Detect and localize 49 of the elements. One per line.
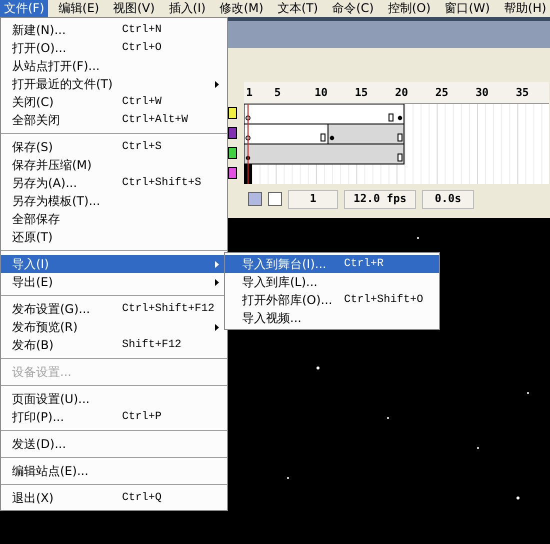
menu-item[interactable]: 发布设置(G)... Ctrl+Shift+F12: [1, 300, 227, 318]
menu-item[interactable]: 新建(N)... Ctrl+N: [1, 21, 227, 39]
menu-item[interactable]: 另存为(A)... Ctrl+Shift+S: [1, 174, 227, 192]
frame-number: 35: [516, 85, 529, 101]
frame-number: 30: [475, 85, 489, 101]
menu-bar-item[interactable]: 编辑(E): [54, 0, 104, 17]
menu-item[interactable]: 发布预览(R): [1, 318, 227, 336]
frame-number: 25: [435, 85, 448, 101]
menu-bar-item[interactable]: 文本(T): [273, 0, 322, 17]
menu-item[interactable]: 打开外部库(O)... Ctrl+Shift+O: [225, 291, 439, 309]
menu-item[interactable]: 页面设置(U)...: [1, 390, 227, 408]
current-frame-field: 1: [288, 190, 338, 208]
menu-bar-item[interactable]: 修改(M): [216, 0, 268, 17]
menu-bar-item[interactable]: 文件(F): [0, 0, 48, 17]
menu-item[interactable]: 编辑站点(E)...: [1, 462, 227, 480]
menu-item[interactable]: 导入(I): [1, 255, 227, 273]
onion-skin-icon[interactable]: [248, 192, 262, 206]
menu-item[interactable]: 退出(X) Ctrl+Q: [1, 489, 227, 507]
onion-outline-icon[interactable]: [268, 192, 282, 206]
menu-item[interactable]: 关闭(C) Ctrl+W: [1, 93, 227, 111]
menu-bar-item[interactable]: 插入(I): [164, 0, 210, 17]
menu-item[interactable]: 还原(T): [1, 228, 227, 246]
menu-item[interactable]: 另存为模板(T)...: [1, 192, 227, 210]
menu-item[interactable]: 发布(B) Shift+F12: [1, 336, 227, 354]
menu-item[interactable]: 保存(S) Ctrl+S: [1, 138, 227, 156]
menu-item[interactable]: 全部关闭 Ctrl+Alt+W: [1, 111, 227, 129]
menu-item[interactable]: 导入到舞台(I)... Ctrl+R: [225, 255, 439, 273]
menu-item[interactable]: 导出(E): [1, 273, 227, 291]
menu-bar-item[interactable]: 窗口(W): [440, 0, 494, 17]
menu-item[interactable]: 打开(O)... Ctrl+O: [1, 39, 227, 57]
menu-item[interactable]: 打开最近的文件(T): [1, 75, 227, 93]
elapsed-time-field: 0.0s: [422, 190, 474, 208]
menu-bar-item[interactable]: 控制(O): [384, 0, 435, 17]
menu-bar-item[interactable]: 视图(V): [109, 0, 159, 17]
menu-item[interactable]: 导入到库(L)...: [225, 273, 439, 291]
frame-number: 1: [246, 85, 253, 101]
menu-item[interactable]: 全部保存: [1, 210, 227, 228]
menu-item[interactable]: 保存并压缩(M): [1, 156, 227, 174]
frame-rate-field: 12.0 fps: [344, 190, 416, 208]
frame-number: 5: [274, 85, 281, 101]
frame-number: 15: [354, 85, 368, 101]
menu-item[interactable]: 从站点打开(F)...: [1, 57, 227, 75]
menu-bar-item[interactable]: 帮助(H): [500, 0, 550, 17]
menu-item[interactable]: 导入视频...: [225, 309, 439, 327]
frame-number: 10: [314, 85, 328, 101]
menu-item[interactable]: 发送(D)...: [1, 435, 227, 453]
frame-number: 20: [394, 85, 408, 101]
menu-bar-item[interactable]: 命令(C): [328, 0, 378, 17]
menu-item[interactable]: 打印(P)... Ctrl+P: [1, 408, 227, 426]
